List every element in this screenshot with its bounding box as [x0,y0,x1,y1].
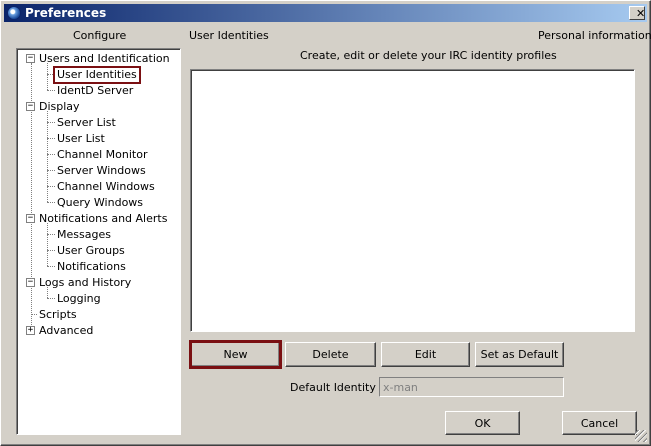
tree-node-messages[interactable]: Messages [55,228,113,242]
identity-list[interactable] [190,69,635,332]
tree-connector [47,63,48,90]
tree-connector [47,298,55,299]
tree-connector [47,74,55,75]
tree-node-identd-server[interactable]: IdentD Server [55,84,135,98]
tree-connector [47,186,55,187]
tree-node-channel-monitor[interactable]: Channel Monitor [55,148,149,162]
collapse-icon[interactable]: − [26,278,35,287]
collapse-icon[interactable]: − [26,54,35,63]
tree-node-notifications-alerts[interactable]: Notifications and Alerts [37,212,169,226]
expand-icon[interactable]: + [26,326,35,335]
section-title: User Identities [189,29,269,42]
tree-node-server-windows[interactable]: Server Windows [55,164,148,178]
set-default-button[interactable]: Set as Default [475,342,564,367]
default-identity-field[interactable] [379,377,564,397]
tree-connector [47,122,55,123]
tree-connector [47,138,55,139]
personal-info-header: Personal information [538,29,651,42]
tree-connector [47,250,55,251]
tree-connector [47,111,48,202]
tree-node-channel-windows[interactable]: Channel Windows [55,180,157,194]
tree-node-user-identities[interactable]: User Identities [53,66,141,84]
edit-button[interactable]: Edit [381,342,470,367]
default-identity-label: Default Identity [290,381,376,394]
tree-connector [47,90,55,91]
tree-node-logging[interactable]: Logging [55,292,103,306]
tree-connector [47,154,55,155]
resize-grip[interactable] [635,430,647,442]
tree-node-display[interactable]: Display [37,100,82,114]
collapse-icon[interactable]: − [26,214,35,223]
tree-node-users-identification[interactable]: Users and Identification [37,52,172,66]
tree-node-user-list[interactable]: User List [55,132,107,146]
ok-button[interactable]: OK [445,411,520,435]
tree-node-advanced[interactable]: Advanced [37,324,95,338]
app-icon [7,6,21,20]
new-button[interactable]: New [189,340,282,369]
configure-header: Configure [73,29,127,42]
collapse-icon[interactable]: − [26,102,35,111]
tree-node-scripts[interactable]: Scripts [37,308,79,322]
tree-connector [47,223,48,266]
tree-connector [47,266,55,267]
window-title: Preferences [25,6,107,20]
tree-node-notifications[interactable]: Notifications [55,260,128,274]
tree-node-logs-history[interactable]: Logs and History [37,276,133,290]
delete-button[interactable]: Delete [285,342,376,367]
configure-tree[interactable]: − − − − + Users and Identification User … [16,48,181,435]
cancel-button[interactable]: Cancel [562,411,637,435]
tree-connector [47,170,55,171]
tree-node-server-list[interactable]: Server List [55,116,118,130]
tree-node-user-groups[interactable]: User Groups [55,244,127,258]
panel-description: Create, edit or delete your IRC identity… [300,49,557,62]
title-bar[interactable]: Preferences ✕ [4,4,647,22]
close-icon[interactable]: ✕ [629,6,645,20]
tree-node-query-windows[interactable]: Query Windows [55,196,145,210]
tree-connector [47,234,55,235]
preferences-window: Preferences ✕ Configure User Identities … [0,0,651,446]
tree-connector [47,202,55,203]
